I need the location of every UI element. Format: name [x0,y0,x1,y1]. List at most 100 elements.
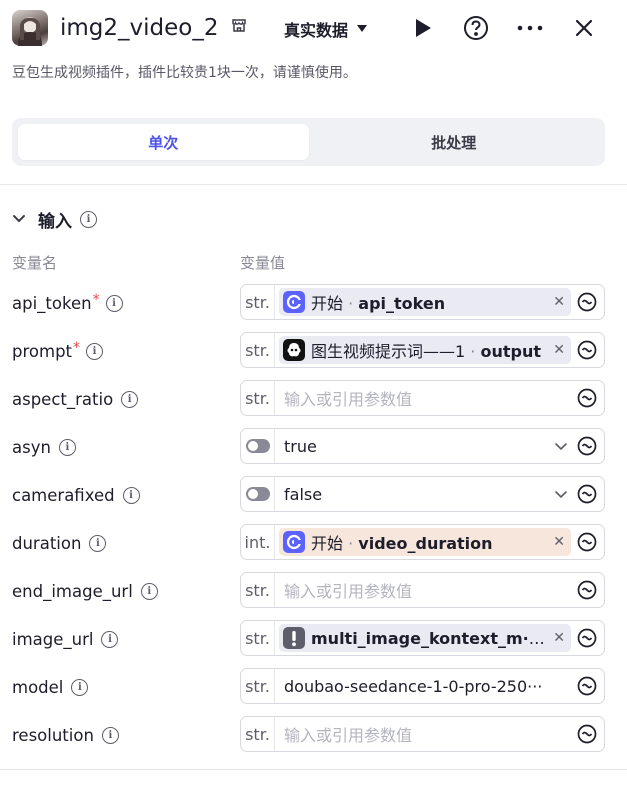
caret-down-icon [357,25,368,32]
close-button[interactable] [569,13,599,43]
variable-select-icon[interactable] [577,580,597,600]
param-value-field[interactable]: str. 输入或引用参数值 [240,716,605,752]
reference-text: 开始 · api_token [311,290,549,314]
type-toggle[interactable] [241,429,275,463]
info-icon[interactable]: i [71,678,89,696]
param-value-field[interactable]: true [240,428,605,464]
help-icon [464,16,488,40]
reference-chip[interactable]: 开始 · video_duration ✕ [279,528,571,556]
store-icon[interactable] [231,17,247,33]
reference-source: 开始 [311,534,344,553]
info-icon[interactable]: i [121,390,139,408]
param-row: camerafixed i false [0,476,627,514]
info-icon[interactable]: i [89,534,107,552]
variable-select-icon[interactable] [577,340,597,360]
info-icon[interactable]: i [140,582,158,600]
plugin-description: 豆包生成视频插件，插件比较贵1块一次，请谨慎使用。 [12,65,357,81]
type-tag[interactable]: int. [241,525,275,559]
type-tag[interactable]: str. [241,381,275,415]
reference-chip[interactable]: 图生视频提示词——1 · output ✕ [279,336,571,364]
variable-select-icon[interactable] [577,532,597,552]
info-icon[interactable]: i [86,342,104,360]
param-row: asyn i true [0,428,627,466]
param-value-field[interactable]: str. multi_image_kontext_m··· · ✕ [240,620,605,656]
clear-reference-icon[interactable]: ✕ [553,342,565,358]
param-value-field[interactable]: str. 输入或引用参数值 [240,380,605,416]
param-row: api_token * i str. 开始 · api_token ✕ [0,284,627,322]
tab-single[interactable]: 单次 [18,124,309,160]
param-value-field[interactable]: str. 输入或引用参数值 [240,572,605,608]
param-value-field[interactable]: false [240,476,605,512]
toggle-icon [245,439,270,453]
reference-text: multi_image_kontext_m··· · [311,629,549,648]
chevron-down-icon[interactable] [554,490,570,499]
more-button[interactable] [515,13,545,43]
param-name-label: camerafixed [12,485,115,505]
variable-select-icon[interactable] [577,628,597,648]
info-icon[interactable]: i [105,294,123,312]
reference-field: multi_image_kontext_m··· · [311,628,550,648]
param-row: image_url i str. multi_image_kontext_m··· ·… [0,620,627,658]
type-tag[interactable]: str. [241,285,275,319]
param-name: prompt * i [12,332,104,370]
info-icon[interactable]: i [101,630,119,648]
type-tag[interactable]: str. [241,717,275,751]
clear-reference-icon[interactable]: ✕ [553,294,565,310]
data-source-select[interactable]: 真实数据 [284,16,368,42]
bool-value: true [284,436,317,456]
param-name: camerafixed i [12,476,140,514]
variable-select-icon[interactable] [577,436,597,456]
type-tag[interactable]: str. [241,333,275,367]
variable-select-icon[interactable] [577,676,597,696]
type-tag[interactable]: str. [241,621,275,655]
chevron-down-icon [13,215,25,222]
param-name: asyn i [12,428,76,466]
value-placeholder: 输入或引用参数值 [284,390,413,409]
type-toggle[interactable] [241,477,275,511]
info-icon[interactable]: i [122,486,140,504]
param-value-field[interactable]: str. doubao-seedance-1-0-pro-250··· [240,668,605,704]
value-placeholder: 输入或引用参数值 [284,582,413,601]
type-tag[interactable]: str. [241,669,275,703]
help-button[interactable] [461,13,491,43]
chevron-down-icon[interactable] [554,442,570,451]
variable-select-icon[interactable] [577,724,597,744]
run-button[interactable] [408,13,438,43]
param-name: aspect_ratio i [12,380,139,418]
variable-select-icon[interactable] [577,484,597,504]
input-section-toggle[interactable]: 输入 i [12,205,97,233]
param-name: resolution i [12,716,119,754]
param-row: prompt * i str. 图生视频提示词——1 · output ✕ [0,332,627,370]
reference-chip[interactable]: multi_image_kontext_m··· · ✕ [279,624,571,652]
reference-field: output [480,342,541,361]
plugin-avatar [12,10,48,46]
param-name-label: asyn [12,437,51,457]
param-value-field[interactable]: str. 图生视频提示词——1 · output ✕ [240,332,605,368]
type-tag[interactable]: str. [241,573,275,607]
info-icon[interactable]: i [101,726,119,744]
info-icon[interactable]: i [58,438,76,456]
info-icon[interactable]: i [80,210,97,228]
param-row: end_image_url i str. 输入或引用参数值 [0,572,627,610]
run-mode-tabs: 单次 批处理 [12,118,605,166]
param-value-field[interactable]: str. 开始 · api_token ✕ [240,284,605,320]
close-icon [575,19,593,37]
reference-chip[interactable]: 开始 · api_token ✕ [279,288,571,316]
param-row: aspect_ratio i str. 输入或引用参数值 [0,380,627,418]
start-node-icon [283,531,305,553]
clear-reference-icon[interactable]: ✕ [553,534,565,550]
llm-node-icon [283,339,305,361]
tab-batch[interactable]: 批处理 [309,124,600,160]
bool-value: false [284,484,323,504]
clear-reference-icon[interactable]: ✕ [553,630,565,646]
param-name: api_token * i [12,284,123,322]
param-name-label: aspect_ratio [12,389,114,409]
variable-select-icon[interactable] [577,292,597,312]
reference-text: 开始 · video_duration [311,530,549,554]
reference-source: 开始 [311,294,344,313]
variable-select-icon[interactable] [577,388,597,408]
reference-field: api_token [358,294,446,313]
toggle-icon [245,487,270,501]
param-value-field[interactable]: int. 开始 · video_duration ✕ [240,524,605,560]
param-name: duration i [12,524,107,562]
